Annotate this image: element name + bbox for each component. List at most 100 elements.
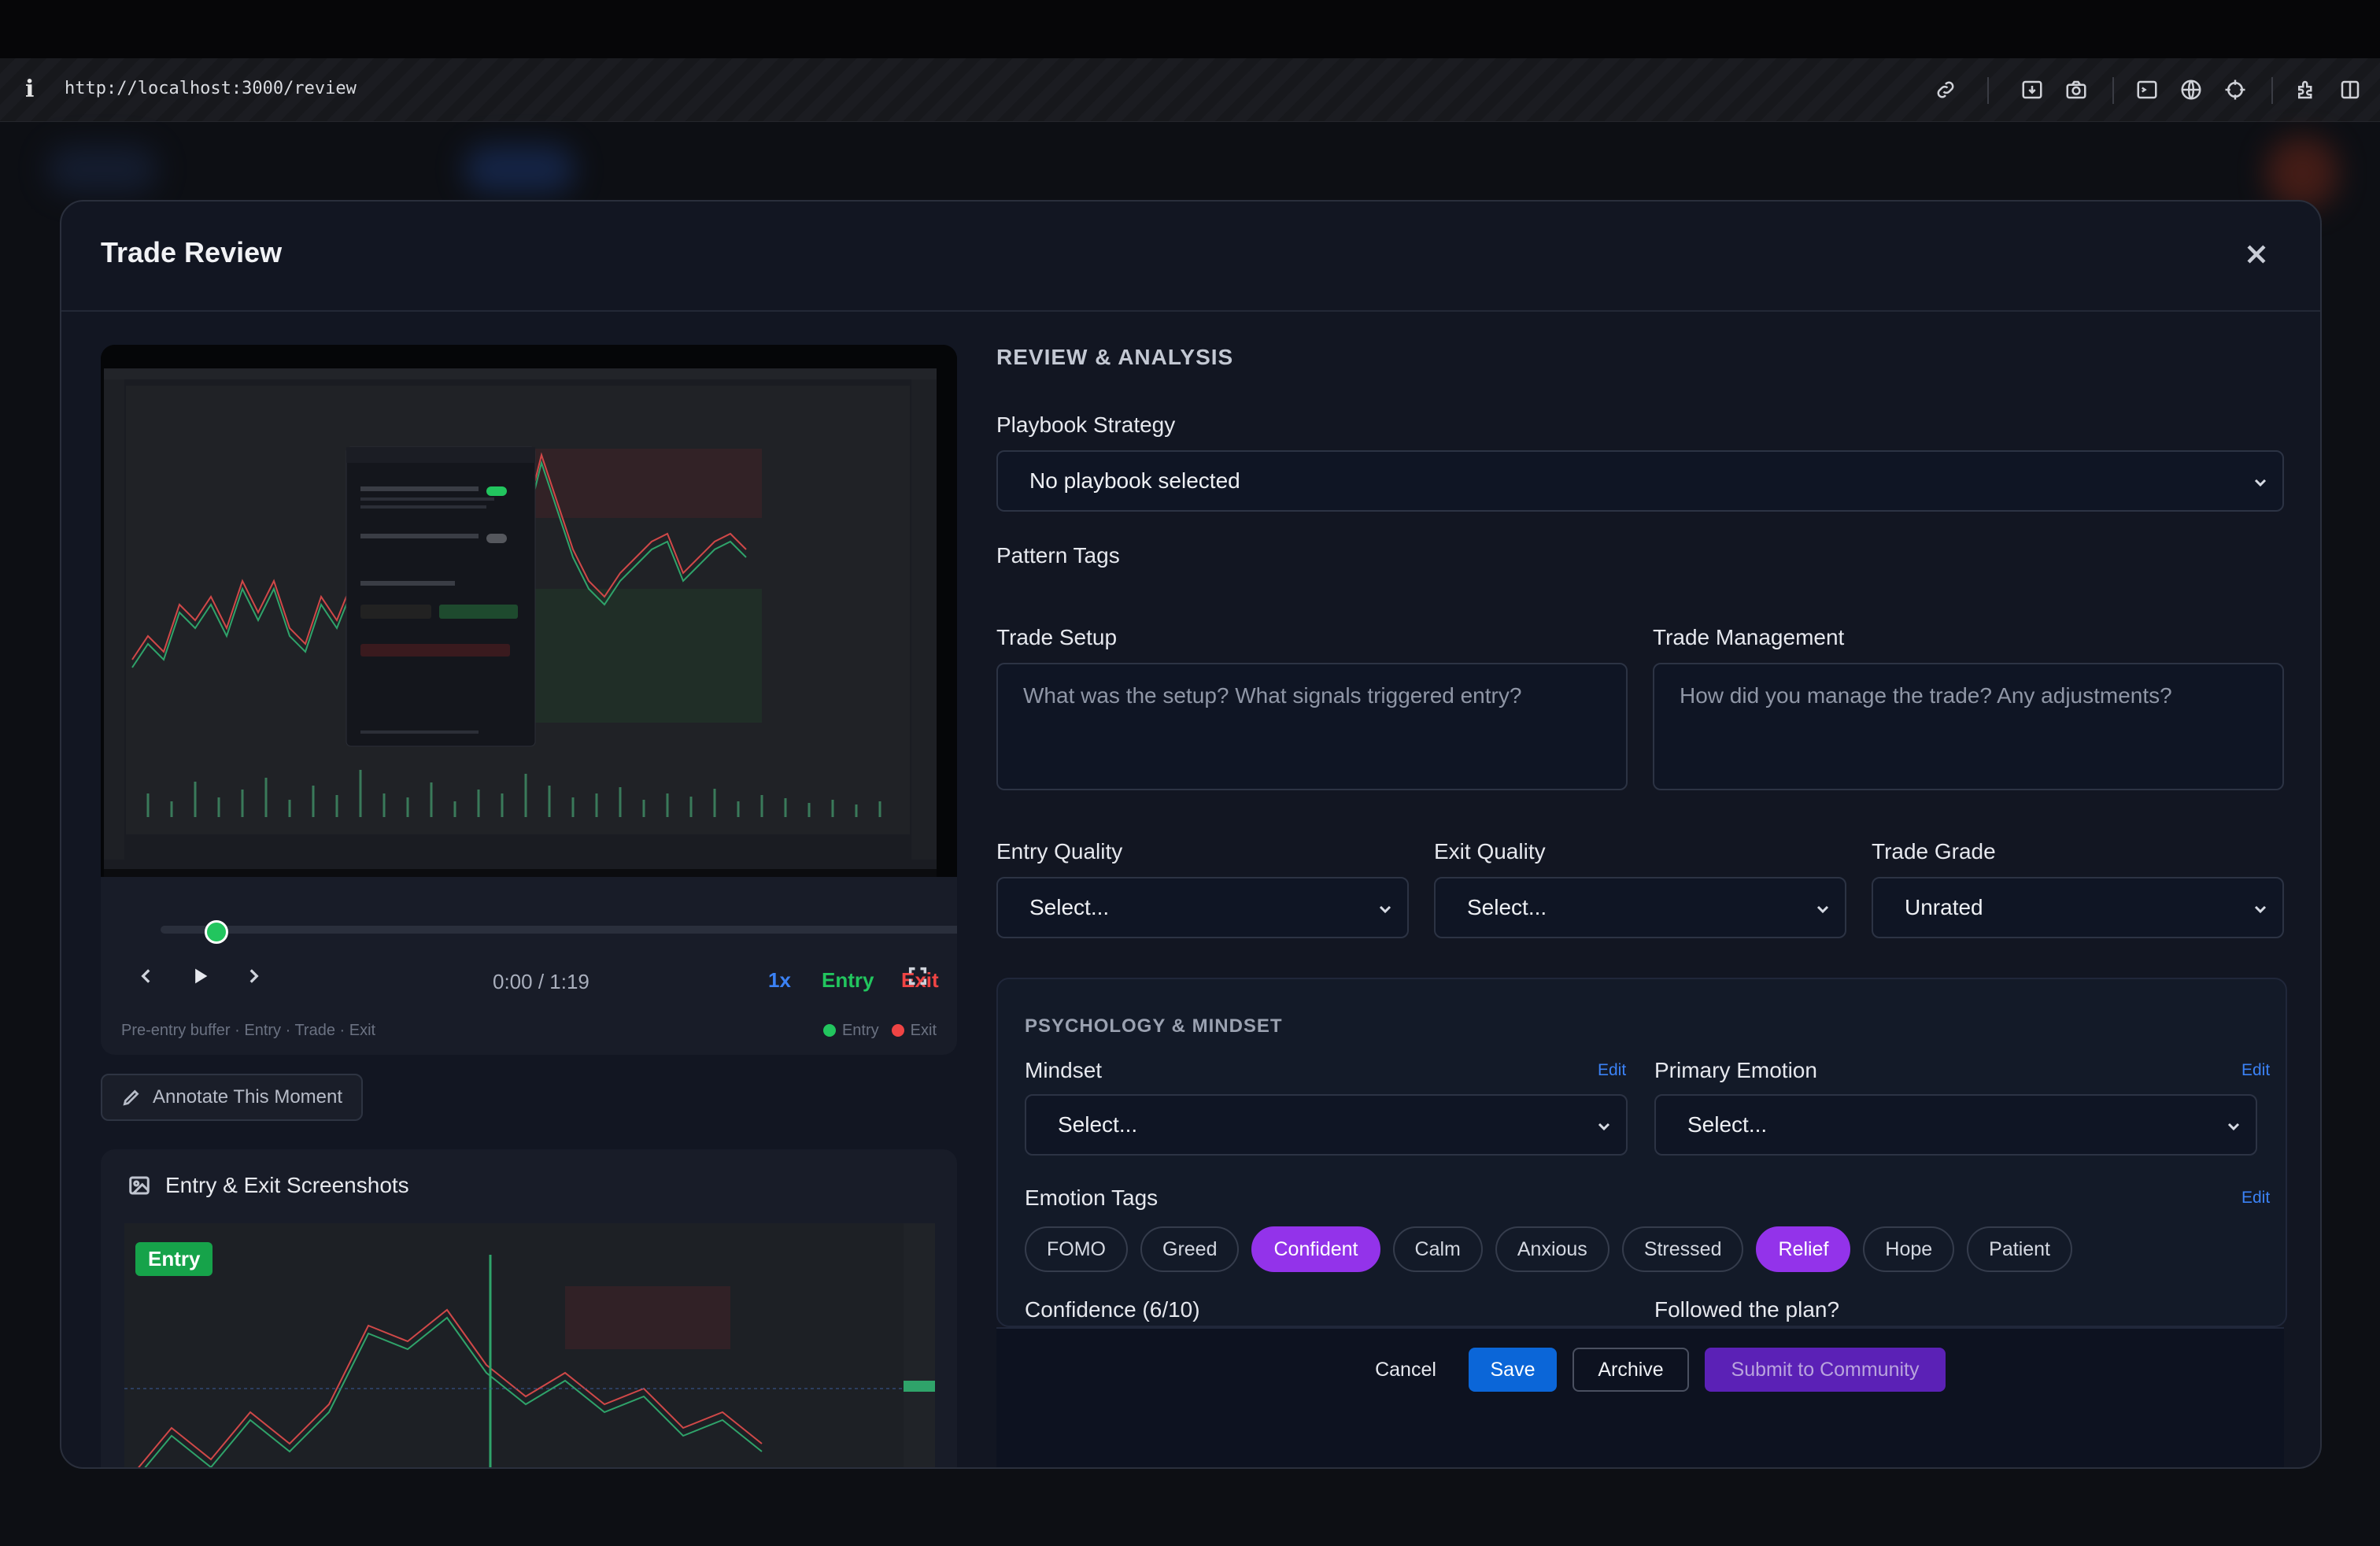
exit-quality-label: Exit Quality bbox=[1434, 839, 1546, 864]
emotion-tag-greed[interactable]: Greed bbox=[1140, 1226, 1240, 1272]
emotion-tag-hope[interactable]: Hope bbox=[1863, 1226, 1955, 1272]
entry-quality-label: Entry Quality bbox=[996, 839, 1123, 864]
legend-exit-label: Exit bbox=[910, 1022, 937, 1039]
legend-exit: Exit bbox=[891, 1022, 937, 1040]
playbook-label: Playbook Strategy bbox=[996, 412, 1176, 437]
chevron-right-icon bbox=[249, 969, 259, 983]
entry-screenshot-chart bbox=[124, 1223, 935, 1467]
address-url[interactable]: http://localhost:3000/review bbox=[65, 79, 357, 98]
sidebar-toggle-icon[interactable] bbox=[2334, 74, 2366, 105]
exit-dot-icon bbox=[891, 1024, 904, 1037]
mindset-value: Select... bbox=[1058, 1112, 1138, 1137]
emotion-tags-label: Emotion Tags bbox=[1025, 1185, 1159, 1210]
psychology-title: PSYCHOLOGY & MINDSET bbox=[1025, 1015, 1283, 1037]
chevron-down-icon bbox=[2251, 472, 2270, 491]
toolbar-divider bbox=[2271, 77, 2273, 104]
primary-emotion-label: Primary Emotion bbox=[1654, 1058, 1817, 1082]
emotion-tag-fomo[interactable]: FOMO bbox=[1025, 1226, 1128, 1272]
psychology-panel: PSYCHOLOGY & MINDSET Mindset Edit Select… bbox=[996, 978, 2287, 1327]
exit-quality-select[interactable]: Select... bbox=[1434, 877, 1846, 938]
close-button[interactable] bbox=[2238, 236, 2275, 272]
toolbar-divider bbox=[1987, 77, 1989, 104]
entry-screenshot[interactable] bbox=[124, 1223, 935, 1467]
emotion-tag-anxious[interactable]: Anxious bbox=[1495, 1226, 1609, 1272]
playbook-value: No playbook selected bbox=[1029, 468, 1240, 493]
emotion-tag-relief[interactable]: Relief bbox=[1756, 1226, 1851, 1272]
emotion-tag-calm[interactable]: Calm bbox=[1392, 1226, 1483, 1272]
trade-grade-select[interactable]: Unrated bbox=[1872, 877, 2284, 938]
timeline-legend: Entry Exit bbox=[822, 1022, 937, 1040]
emotion-tag-confident[interactable]: Confident bbox=[1251, 1226, 1380, 1272]
replay-video[interactable] bbox=[101, 345, 957, 877]
cancel-button[interactable]: Cancel bbox=[1366, 1348, 1445, 1392]
play-button[interactable] bbox=[184, 960, 216, 992]
emotion-tag-patient[interactable]: Patient bbox=[1967, 1226, 2073, 1272]
timeline-caption: Pre-entry buffer · Entry · Trade · Exit bbox=[121, 1022, 376, 1039]
modal-footer: Cancel Save Archive Submit to Community bbox=[996, 1327, 2284, 1467]
camera-icon[interactable] bbox=[2060, 74, 2092, 105]
bg-blur-shape bbox=[464, 146, 575, 193]
chevron-left-icon bbox=[141, 969, 150, 983]
primary-emotion-select[interactable]: Select... bbox=[1654, 1094, 2257, 1156]
pattern-tags-label: Pattern Tags bbox=[996, 543, 1120, 568]
terminal-icon[interactable] bbox=[2131, 74, 2163, 105]
entry-screenshot-tag: Entry bbox=[135, 1242, 213, 1276]
trade-setup-textarea[interactable]: What was the setup? What signals trigger… bbox=[996, 663, 1628, 790]
modal-header: Trade Review bbox=[61, 202, 2320, 312]
trade-grade-value: Unrated bbox=[1905, 895, 1983, 919]
extensions-icon[interactable] bbox=[2290, 74, 2322, 105]
close-icon bbox=[2247, 245, 2266, 264]
emotion-tag-list: FOMO Greed Confident Calm Anxious Stressed Rel… bbox=[1025, 1226, 2073, 1272]
download-icon[interactable] bbox=[2016, 74, 2048, 105]
mindset-select[interactable]: Select... bbox=[1025, 1094, 1628, 1156]
crosshair-icon[interactable] bbox=[2219, 74, 2251, 105]
screenshots-title: Entry & Exit Screenshots bbox=[128, 1173, 409, 1198]
chevron-down-icon bbox=[1813, 899, 1832, 918]
entry-dot-icon bbox=[822, 1024, 836, 1037]
jump-to-entry-button[interactable]: Entry bbox=[822, 968, 874, 993]
replay-timeline[interactable] bbox=[161, 926, 957, 934]
toolbar-divider bbox=[2112, 77, 2114, 104]
fullscreen-icon bbox=[908, 967, 927, 986]
globe-icon[interactable] bbox=[2175, 74, 2207, 105]
step-back-button[interactable] bbox=[131, 960, 162, 992]
mindset-label: Mindset bbox=[1025, 1058, 1103, 1082]
link-icon[interactable] bbox=[1930, 74, 1961, 105]
trade-grade-label: Trade Grade bbox=[1872, 839, 1996, 864]
trade-management-label: Trade Management bbox=[1653, 625, 1845, 649]
submit-to-community-button[interactable]: Submit to Community bbox=[1705, 1348, 1946, 1392]
entry-marker-handle[interactable] bbox=[205, 920, 228, 944]
emotion-tags-edit-link[interactable]: Edit bbox=[2241, 1189, 2270, 1208]
exit-quality-value: Select... bbox=[1467, 895, 1547, 919]
save-button[interactable]: Save bbox=[1469, 1348, 1557, 1392]
screenshots-panel: Entry & Exit Screenshots Entry bbox=[101, 1149, 957, 1467]
play-icon bbox=[195, 968, 208, 984]
step-forward-button[interactable] bbox=[238, 960, 269, 992]
playbook-select[interactable]: No playbook selected bbox=[996, 450, 2284, 512]
browser-toolbar: i http://localhost:3000/review bbox=[0, 58, 2380, 122]
chevron-down-icon bbox=[2251, 899, 2270, 918]
trade-replay-player: 0:00 / 1:19 1x Entry Exit Pre-entry buff… bbox=[101, 345, 957, 1055]
annotate-moment-button[interactable]: Annotate This Moment bbox=[101, 1074, 364, 1121]
entry-quality-value: Select... bbox=[1029, 895, 1110, 919]
playback-time: 0:00 / 1:19 bbox=[493, 970, 589, 993]
followed-plan-label: Followed the plan? bbox=[1654, 1297, 1840, 1322]
fullscreen-button[interactable] bbox=[902, 960, 933, 992]
confidence-label: Confidence (6/10) bbox=[1025, 1297, 1200, 1322]
mindset-edit-link[interactable]: Edit bbox=[1598, 1061, 1626, 1080]
archive-button[interactable]: Archive bbox=[1572, 1348, 1689, 1392]
legend-entry: Entry bbox=[822, 1022, 879, 1040]
entry-quality-select[interactable]: Select... bbox=[996, 877, 1409, 938]
bg-blur-shape bbox=[47, 146, 157, 193]
site-info-icon[interactable]: i bbox=[25, 76, 34, 103]
primary-emotion-value: Select... bbox=[1687, 1112, 1768, 1137]
annotate-label: Annotate This Moment bbox=[153, 1086, 343, 1108]
primary-emotion-edit-link[interactable]: Edit bbox=[2241, 1061, 2270, 1080]
trade-review-modal: Trade Review 0:00 / 1:19 1x Entry Exit P… bbox=[60, 200, 2322, 1469]
playback-speed-button[interactable]: 1x bbox=[768, 968, 791, 993]
chevron-down-icon bbox=[2224, 1116, 2243, 1135]
emotion-tag-stressed[interactable]: Stressed bbox=[1621, 1226, 1744, 1272]
bg-blur-shape bbox=[2267, 138, 2338, 209]
trade-management-textarea[interactable]: How did you manage the trade? Any adjust… bbox=[1653, 663, 2284, 790]
image-icon bbox=[129, 1176, 150, 1195]
